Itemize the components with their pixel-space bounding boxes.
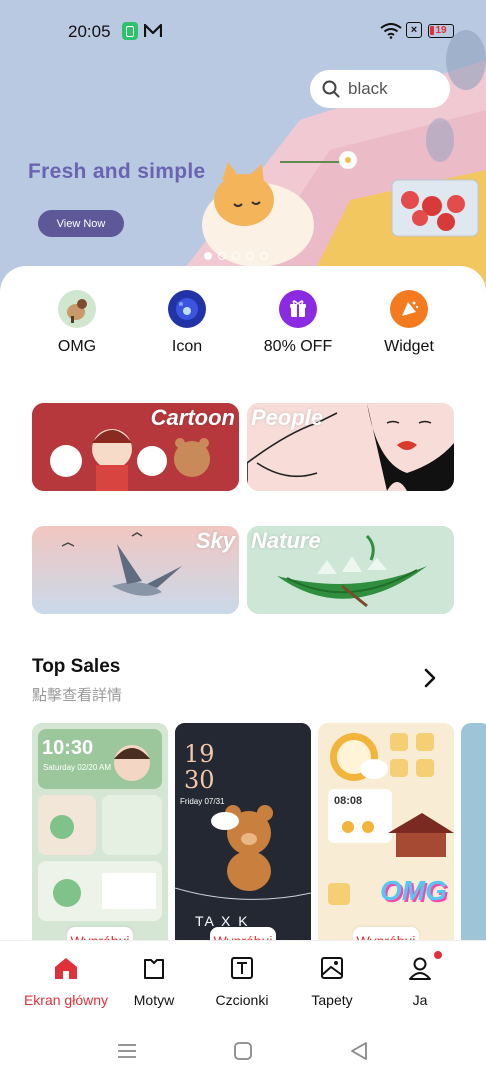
nav-theme[interactable]: Motyw <box>106 955 202 1008</box>
nav-profile[interactable]: Ja <box>372 951 468 1008</box>
nav-label: Czcionki <box>215 992 269 1008</box>
search-bar[interactable]: black <box>310 70 450 108</box>
nav-fonts[interactable]: Czcionki <box>194 955 290 1008</box>
search-icon <box>322 80 340 98</box>
font-icon <box>231 957 253 979</box>
banner-dot[interactable] <box>218 252 226 260</box>
icon-pack-icon <box>168 290 206 328</box>
quick-entry-icon[interactable]: Icon <box>137 290 237 356</box>
category-sky[interactable]: Sky <box>32 526 239 614</box>
profile-icon <box>409 957 431 980</box>
banner-dot[interactable] <box>204 252 212 260</box>
main-content: OMG Icon 80% OFF Widget Cartoon People S… <box>0 266 486 966</box>
status-bar: 20:05 × 19 <box>0 0 486 64</box>
theme-card-partial[interactable] <box>461 723 486 953</box>
view-now-button[interactable]: View Now <box>38 210 124 237</box>
nav-wallpapers[interactable]: Tapety <box>284 955 380 1008</box>
banner-title: Fresh and simple <box>28 160 206 183</box>
card-clock: 19 30 <box>184 741 215 793</box>
quick-entry-discount[interactable]: 80% OFF <box>248 290 348 356</box>
card-clock: 08:08 <box>334 795 363 807</box>
no-sim-icon: × <box>406 22 422 38</box>
quick-entry-label: 80% OFF <box>263 338 333 355</box>
banner-dot[interactable] <box>246 252 254 260</box>
category-label: Cartoon <box>150 405 235 430</box>
mail-icon <box>144 22 162 40</box>
category-cartoon[interactable]: Cartoon <box>32 403 239 491</box>
wallpaper-icon <box>321 957 343 979</box>
hero-banner[interactable]: 20:05 × 19 black Fresh and simple View N… <box>0 0 486 300</box>
theme-card[interactable]: 10:30 Saturday 02/20 AM Wypróbuj <box>32 723 168 953</box>
nav-home[interactable]: Ekran główny <box>18 955 114 1008</box>
status-time: 20:05 <box>68 22 111 41</box>
theme-icon <box>144 959 164 979</box>
card-date: Friday 07/31 <box>180 797 225 806</box>
quick-entries: OMG Icon 80% OFF Widget <box>0 290 486 370</box>
omg-avatar-icon <box>58 290 96 328</box>
nav-label: Ja <box>412 992 428 1008</box>
system-navigation <box>0 1020 486 1080</box>
quick-entry-widget[interactable]: Widget <box>359 290 459 356</box>
banner-dot[interactable] <box>232 252 240 260</box>
omg-badge: OMG <box>380 875 447 906</box>
home-square-icon[interactable] <box>232 1040 254 1062</box>
chevron-right-icon[interactable] <box>418 666 442 690</box>
top-sales-title: Top Sales <box>32 656 121 677</box>
quick-entry-omg[interactable]: OMG <box>27 290 127 356</box>
category-label: Sky <box>195 528 235 553</box>
card-clock: 10:30 <box>42 737 94 759</box>
theme-card[interactable]: 08:08 OMG Wypróbuj <box>318 723 454 953</box>
battery-icon: 19 <box>428 24 454 38</box>
quick-entry-label: OMG <box>57 338 97 355</box>
category-label: Nature <box>251 528 321 553</box>
banner-pagination <box>204 252 268 260</box>
battery-percent: 19 <box>435 25 447 36</box>
top-sales-subtitle: 點擊查看詳情 <box>32 687 123 704</box>
widget-icon <box>390 290 428 328</box>
category-people[interactable]: People <box>247 403 454 491</box>
battery-level <box>430 26 434 35</box>
banner-dot[interactable] <box>260 252 268 260</box>
nav-label: Tapety <box>311 992 353 1008</box>
quick-entry-label: Widget <box>384 338 434 355</box>
category-nature[interactable]: Nature <box>247 526 454 614</box>
clock-minutes: 30 <box>184 766 215 794</box>
quick-entry-label: Icon <box>171 338 203 355</box>
nav-label: Ekran główny <box>23 992 109 1008</box>
app-notification-icon <box>122 22 138 40</box>
gift-icon <box>279 290 317 328</box>
search-query: black <box>348 79 388 98</box>
nav-label: Motyw <box>133 992 175 1008</box>
back-icon[interactable] <box>348 1040 370 1062</box>
category-label: People <box>251 405 324 430</box>
menu-icon[interactable] <box>116 1040 138 1062</box>
theme-card[interactable]: 1930 Friday 07/31 TA X K Wypróbuj <box>175 723 311 953</box>
home-icon <box>55 958 77 979</box>
clock-hours: 19 <box>184 740 215 768</box>
wifi-icon <box>380 22 402 40</box>
bottom-navigation: Ekran główny Motyw Czcionki Tapety Ja <box>0 940 486 1020</box>
theme-preview <box>318 723 454 953</box>
card-date: Saturday 02/20 AM <box>43 763 112 772</box>
notification-dot <box>434 951 442 959</box>
